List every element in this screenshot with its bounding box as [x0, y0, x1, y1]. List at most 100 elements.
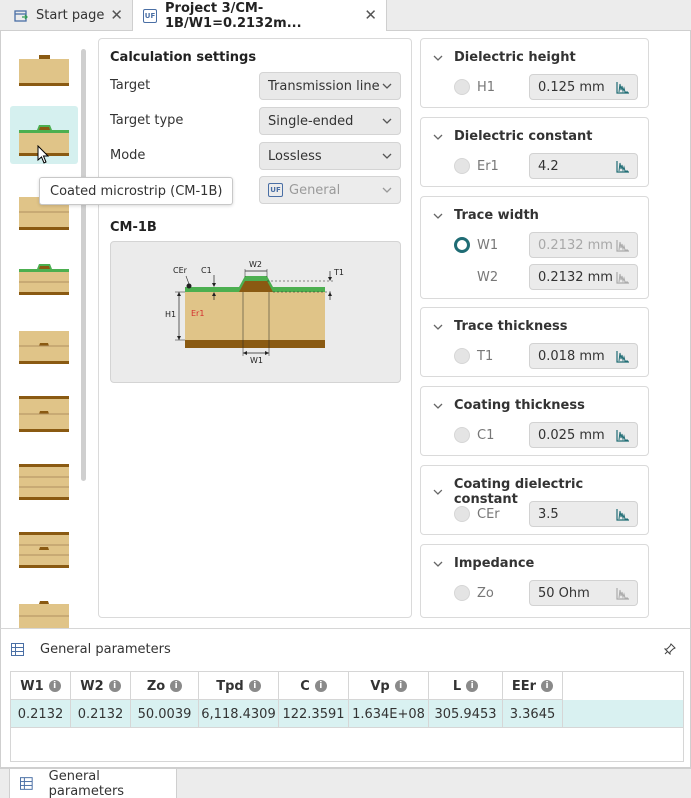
sweep-icon[interactable]: [616, 271, 630, 284]
chevron-down-icon: [433, 403, 443, 409]
group-header[interactable]: Dielectric height: [433, 50, 576, 65]
diagram-label-w1: W1: [250, 356, 263, 365]
param-name: CEr: [477, 506, 500, 522]
param-row-cer: CEr 3.5: [454, 501, 638, 527]
thumbnail-structure[interactable]: [10, 585, 78, 628]
group-title: Trace width: [454, 208, 539, 223]
chevron-down-icon: [433, 324, 443, 330]
group-title: Trace thickness: [454, 319, 568, 334]
param-input-c1[interactable]: 0.025 mm: [529, 422, 638, 448]
info-icon[interactable]: i: [541, 680, 554, 692]
info-icon[interactable]: i: [466, 680, 479, 692]
structure-thumbnails: [10, 31, 90, 628]
table-cell: 305.9453: [429, 700, 503, 728]
info-icon[interactable]: i: [108, 680, 121, 692]
sweep-icon[interactable]: [616, 429, 630, 442]
diagram-label-cer: CEr: [173, 266, 188, 275]
group-trace-width: Trace width W1 0.2132 mm W2 0.2132 mm: [420, 196, 649, 299]
sweep-icon[interactable]: [616, 81, 630, 94]
group-header[interactable]: Impedance: [433, 556, 534, 571]
param-row-w2: W2 0.2132 mm: [454, 264, 638, 290]
param-input-cer[interactable]: 3.5: [529, 501, 638, 527]
thumbnail-structure[interactable]: [10, 517, 78, 575]
target-dropdown[interactable]: Transmission line: [259, 72, 401, 100]
mode-value: Lossless: [268, 148, 322, 164]
table-cell: 1.634E+08: [349, 700, 429, 728]
table-cell: 50.0039: [131, 700, 199, 728]
group-header[interactable]: Trace thickness: [433, 319, 568, 334]
tab-start-page[interactable]: Start page ✕: [0, 0, 133, 31]
model-dropdown[interactable]: UF General: [259, 176, 401, 204]
param-radio[interactable]: [454, 585, 470, 601]
param-input-zo[interactable]: 50 Ohm: [529, 580, 638, 606]
table-row[interactable]: 0.2132 0.2132 50.0039 6,118.4309 122.359…: [11, 700, 683, 728]
group-title: Dielectric constant: [454, 129, 593, 144]
sweep-icon[interactable]: [616, 239, 630, 252]
param-radio[interactable]: [454, 427, 470, 443]
info-icon[interactable]: i: [248, 680, 261, 692]
column-header[interactable]: Tpd i: [199, 672, 279, 700]
close-icon[interactable]: ✕: [110, 8, 123, 23]
mode-dropdown[interactable]: Lossless: [259, 142, 401, 170]
column-header[interactable]: W2 i: [71, 672, 131, 700]
table-cell: 0.2132: [71, 700, 131, 728]
param-input-w2[interactable]: 0.2132 mm: [529, 264, 638, 290]
tab-label: General parameters: [48, 768, 125, 798]
tab-project[interactable]: UF Project 3/CM-1B/W1=0.2132m... ✕: [133, 0, 387, 32]
chevron-down-icon: [433, 55, 443, 61]
column-header[interactable]: W1 i: [11, 672, 71, 700]
tab-bar: Start page ✕ UF Project 3/CM-1B/W1=0.213…: [0, 0, 691, 32]
chevron-down-icon: [433, 561, 443, 567]
param-radio[interactable]: [454, 348, 470, 364]
start-page-icon: [14, 9, 28, 23]
info-icon[interactable]: i: [314, 680, 327, 692]
table-cell: 6,118.4309: [199, 700, 279, 728]
sweep-icon[interactable]: [616, 350, 630, 363]
column-header[interactable]: Ci: [279, 672, 349, 700]
column-header[interactable]: Vp i: [349, 672, 429, 700]
thumbnail-structure[interactable]: [10, 381, 78, 439]
param-input-er1[interactable]: 4.2: [529, 153, 638, 179]
column-header[interactable]: Zo i: [131, 672, 199, 700]
target-label: Target: [110, 78, 151, 93]
group-impedance: Impedance Zo 50 Ohm: [420, 544, 649, 618]
param-row-c1: C1 0.025 mm: [454, 422, 638, 448]
sweep-icon[interactable]: [616, 587, 630, 600]
group-header[interactable]: Dielectric constant: [433, 129, 592, 144]
param-input-w1[interactable]: 0.2132 mm: [529, 232, 638, 258]
close-icon[interactable]: ✕: [364, 8, 377, 23]
thumbnail-structure[interactable]: [10, 35, 78, 93]
sweep-icon[interactable]: [616, 508, 630, 521]
param-radio[interactable]: [454, 506, 470, 522]
thumbnail-structure[interactable]: [10, 313, 78, 371]
chevron-down-icon: [382, 118, 392, 124]
param-row-w1: W1 0.2132 mm: [454, 232, 638, 258]
param-input-t1[interactable]: 0.018 mm: [529, 343, 638, 369]
tab-general-parameters[interactable]: General parameters: [9, 769, 177, 798]
param-radio[interactable]: [454, 79, 470, 95]
sweep-icon[interactable]: [616, 160, 630, 173]
info-icon[interactable]: i: [170, 680, 183, 692]
param-radio[interactable]: [454, 158, 470, 174]
mouse-cursor-icon: [37, 145, 50, 164]
info-icon[interactable]: i: [394, 680, 407, 692]
thumbnail-structure[interactable]: [10, 449, 78, 507]
param-name: W2: [477, 269, 499, 285]
param-input-h1[interactable]: 0.125 mm: [529, 74, 638, 100]
group-header[interactable]: Coating thickness: [433, 398, 585, 413]
column-header[interactable]: Li: [429, 672, 503, 700]
thumbnail-scrollbar[interactable]: [81, 49, 86, 481]
pin-icon[interactable]: [664, 643, 676, 655]
target-type-dropdown[interactable]: Single-ended: [259, 107, 401, 135]
param-radio-selected[interactable]: [454, 237, 470, 253]
group-header[interactable]: Trace width: [433, 208, 539, 223]
diagram-label-t1: T1: [333, 268, 344, 277]
info-icon[interactable]: i: [48, 680, 61, 692]
model-value: General: [289, 182, 341, 198]
thumbnail-structure[interactable]: [10, 245, 78, 303]
column-header[interactable]: EEr i: [503, 672, 563, 700]
group-dielectric-height: Dielectric height H1 0.125 mm: [420, 38, 649, 108]
param-name: T1: [477, 348, 494, 364]
group-trace-thickness: Trace thickness T1 0.018 mm: [420, 307, 649, 377]
group-title: Dielectric height: [454, 50, 576, 65]
